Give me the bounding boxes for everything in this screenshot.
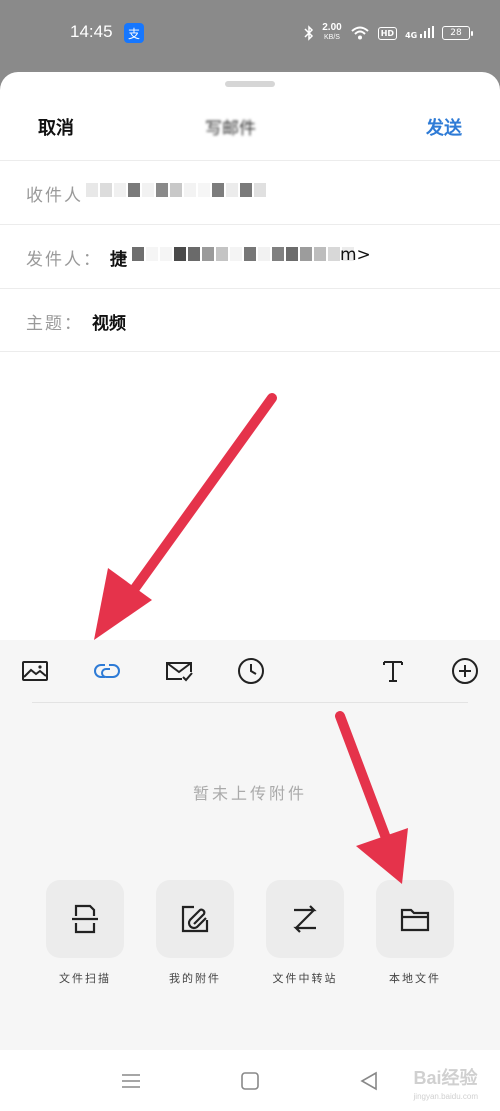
net-speed: 2.00 KB/S xyxy=(322,22,342,42)
empty-attachments-message: 暂未上传附件 xyxy=(192,784,307,803)
transfer-station-label: 文件中转站 xyxy=(272,972,338,985)
signal-bars-icon xyxy=(420,26,434,38)
link-icon[interactable] xyxy=(92,656,122,686)
my-attachments-option[interactable]: 我的附件 xyxy=(155,880,235,986)
send-button[interactable]: 发送 xyxy=(426,114,462,140)
local-files-label: 本地文件 xyxy=(389,972,441,985)
compose-header: 取消 写邮件 发送 xyxy=(0,92,500,162)
body-editor[interactable] xyxy=(0,354,500,640)
transfer-station-option[interactable]: 文件中转站 xyxy=(265,880,345,986)
local-files-option[interactable]: 本地文件 xyxy=(375,880,455,986)
signal-4g: 4G xyxy=(405,26,434,40)
wifi-icon xyxy=(351,26,369,40)
battery-icon: 28 xyxy=(442,26,473,40)
drag-handle[interactable] xyxy=(225,81,275,87)
scan-file-icon xyxy=(72,904,98,934)
compose-sheet: 取消 写邮件 发送 收件人 发件人： 捷 m> 主题： 视频 暂未上传附件 文件… xyxy=(0,72,500,1050)
to-value-redacted xyxy=(86,183,266,199)
system-icons: 2.00 KB/S HD 4G 28 xyxy=(304,20,473,46)
attachment-panel: 暂未上传附件 文件扫描 我的附件 文件中转站 本地文件 xyxy=(0,640,500,1050)
baidu-watermark: Bai经验 jingyan.baidu.com xyxy=(413,1068,478,1101)
plus-circle-icon[interactable] xyxy=(450,656,480,686)
from-field[interactable]: 发件人： 捷 m> xyxy=(0,224,500,288)
subject-field[interactable]: 主题： 视频 xyxy=(0,288,500,352)
subject-label: 主题： xyxy=(26,314,83,334)
scan-file-option[interactable]: 文件扫描 xyxy=(45,880,125,986)
status-bar: 14:45 支 2.00 KB/S HD 4G 28 xyxy=(0,0,500,70)
system-nav-bar: Bai经验 jingyan.baidu.com xyxy=(0,1050,500,1111)
from-value-start: 捷 xyxy=(110,250,127,270)
editor-toolbar xyxy=(0,640,500,702)
mail-check-icon[interactable] xyxy=(164,656,194,686)
bluetooth-icon xyxy=(304,25,314,41)
subject-value: 视频 xyxy=(92,314,126,334)
back-icon[interactable] xyxy=(356,1068,382,1094)
from-label: 发件人： xyxy=(26,250,102,270)
folder-icon xyxy=(400,908,430,932)
hd-badge: HD xyxy=(377,26,398,40)
cancel-button[interactable]: 取消 xyxy=(38,114,74,140)
menu-icon[interactable] xyxy=(118,1068,144,1094)
to-label: 收件人 xyxy=(26,186,83,206)
transfer-station-icon xyxy=(293,905,317,933)
from-value-end: m> xyxy=(340,245,371,265)
alipay-icon: 支 xyxy=(124,23,144,43)
text-format-icon[interactable] xyxy=(378,656,408,686)
toolbar-divider xyxy=(32,702,468,703)
from-value-redacted xyxy=(132,247,354,263)
my-attachments-label: 我的附件 xyxy=(169,972,221,985)
home-icon[interactable] xyxy=(237,1068,263,1094)
image-icon[interactable] xyxy=(20,656,50,686)
clock-icon[interactable] xyxy=(236,656,266,686)
page-title: 写邮件 xyxy=(205,119,256,139)
status-time: 14:45 xyxy=(70,22,113,41)
scan-file-label: 文件扫描 xyxy=(59,972,111,985)
my-attachments-icon xyxy=(181,905,209,933)
to-field[interactable]: 收件人 xyxy=(0,160,500,224)
